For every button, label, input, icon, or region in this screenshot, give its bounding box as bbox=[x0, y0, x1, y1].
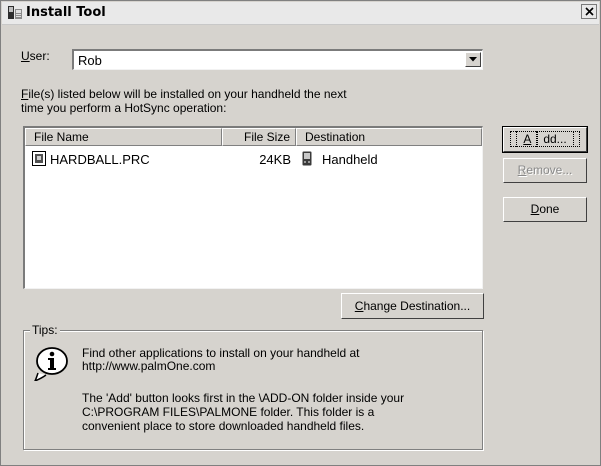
user-label: User: bbox=[21, 49, 50, 63]
file-list[interactable]: File Name File Size Destination HARDBALL… bbox=[23, 126, 483, 289]
user-dropdown-value: Rob bbox=[78, 53, 102, 68]
tips-group: Tips: Find other applications to install… bbox=[23, 323, 483, 450]
chevron-down-icon bbox=[469, 57, 477, 62]
info-icon bbox=[34, 347, 68, 381]
column-header-destination[interactable]: Destination bbox=[296, 128, 482, 146]
change-destination-button[interactable]: Change Destination... bbox=[341, 293, 484, 319]
handheld-icon bbox=[302, 151, 312, 166]
prc-file-icon bbox=[32, 151, 46, 166]
install-tool-app-icon bbox=[8, 6, 22, 19]
tips-legend: Tips: bbox=[30, 323, 60, 337]
file-list-row[interactable]: HARDBALL.PRC 24KB Handheld bbox=[25, 150, 482, 168]
file-name: HARDBALL.PRC bbox=[50, 152, 150, 167]
tip-find-applications: Find other applications to install on yo… bbox=[82, 346, 360, 373]
title-bar[interactable]: Install Tool bbox=[2, 2, 599, 25]
file-size: 24KB bbox=[259, 152, 291, 167]
close-button[interactable] bbox=[581, 4, 597, 19]
column-header-file-size[interactable]: File Size bbox=[222, 128, 296, 146]
user-dropdown[interactable]: Rob bbox=[72, 49, 483, 70]
user-dropdown-arrow[interactable] bbox=[465, 52, 481, 67]
install-tool-window: Install Tool User: Rob File(s) listed be… bbox=[0, 0, 601, 466]
column-header-file-name[interactable]: File Name bbox=[25, 128, 222, 146]
add-button[interactable]: Add... bbox=[502, 126, 588, 153]
close-icon bbox=[585, 7, 594, 16]
remove-button[interactable]: Remove... bbox=[503, 158, 587, 183]
file-list-header: File Name File Size Destination bbox=[25, 128, 482, 146]
done-button[interactable]: Done bbox=[503, 197, 587, 222]
tip-add-button-folder: The 'Add' button looks first in the \ADD… bbox=[82, 391, 405, 433]
file-destination: Handheld bbox=[322, 152, 378, 167]
instructions-text: File(s) listed below will be installed o… bbox=[21, 87, 347, 115]
window-title: Install Tool bbox=[26, 5, 106, 20]
